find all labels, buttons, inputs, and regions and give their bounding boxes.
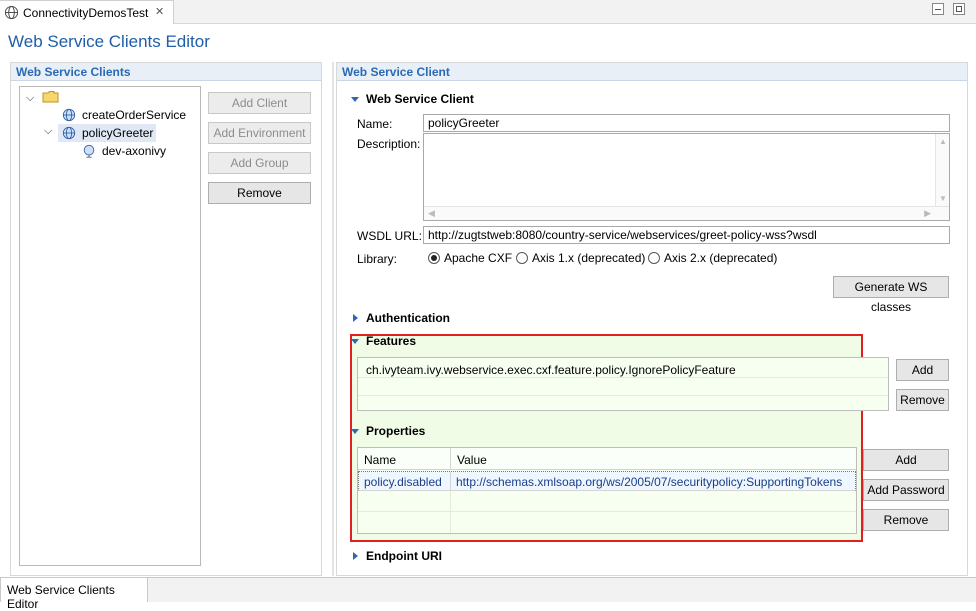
description-label: Description: [357,137,421,151]
minimize-icon[interactable] [932,3,944,15]
expand-right-icon[interactable] [353,314,358,322]
feature-item[interactable]: ch.ivyteam.ivy.webservice.exec.cxf.featu… [366,363,736,377]
webservice-globe-icon [62,108,76,122]
add-client-button[interactable]: Add Client [208,92,311,114]
wsdl-url-field[interactable]: http://zugtstweb:8080/country-service/we… [423,226,950,244]
section-web-service-client[interactable]: Web Service Client [366,92,474,106]
radio-axis2[interactable] [648,252,660,264]
tree-item-dev-axonivy[interactable]: dev-axonivy [102,144,166,158]
features-add-button[interactable]: Add [896,359,949,381]
generate-ws-classes-button[interactable]: Generate WS classes [833,276,949,314]
library-label: Library: [357,252,398,266]
properties-remove-button[interactable]: Remove [863,509,949,531]
folder-icon [42,91,59,103]
column-header-name[interactable]: Name [364,453,396,467]
radio-apache-cxf-label[interactable]: Apache CXF [444,251,512,265]
features-list[interactable]: ch.ivyteam.ivy.webservice.exec.cxf.featu… [357,357,889,411]
expand-right-icon[interactable] [353,552,358,560]
expand-down-icon[interactable] [351,429,359,434]
tree-item-policygreeter[interactable]: policyGreeter [82,126,153,140]
webservice-globe-icon [62,126,76,140]
section-properties[interactable]: Properties [366,424,425,438]
radio-axis1-label[interactable]: Axis 1.x (deprecated) [532,251,645,265]
column-header-value[interactable]: Value [457,453,487,467]
scroll-right-icon[interactable]: ▶ [924,208,931,219]
expand-down-icon[interactable] [351,97,359,102]
panel-divider[interactable] [332,62,334,576]
remove-button[interactable]: Remove [208,182,311,204]
tree-item-createorderservice[interactable]: createOrderService [82,108,186,122]
clients-tree[interactable]: ⌵ createOrderService ⌵ policyGreeter dev… [19,86,201,566]
scroll-left-icon[interactable]: ◀ [428,208,435,219]
add-group-button[interactable]: Add Group [208,152,311,174]
properties-header-row: Name Value [358,448,856,470]
globe-icon [4,5,19,20]
chevron-down-icon[interactable]: ⌵ [44,125,52,138]
radio-axis2-label[interactable]: Axis 2.x (deprecated) [664,251,777,265]
radio-apache-cxf[interactable] [428,252,440,264]
chevron-down-icon[interactable]: ⌵ [26,92,34,105]
radio-axis1[interactable] [516,252,528,264]
bottom-editor-tab[interactable]: Web Service Clients Editor [0,577,148,611]
name-field[interactable]: policyGreeter [423,114,950,132]
editor-tab-label: ConnectivityDemosTest [23,6,149,20]
page-title: Web Service Clients Editor [8,32,210,51]
section-endpoint-uri[interactable]: Endpoint URI [366,549,442,563]
wsdl-url-label: WSDL URL: [357,229,422,243]
scroll-down-icon[interactable]: ▼ [939,194,947,203]
add-environment-button[interactable]: Add Environment [208,122,311,144]
description-field[interactable]: ▲ ▼ ◀ ▶ [423,133,950,221]
clients-panel-header: Web Service Clients [11,63,321,81]
features-remove-button[interactable]: Remove [896,389,949,411]
close-tab-icon[interactable]: ✕ [155,5,164,18]
property-value-cell[interactable]: http://schemas.xmlsoap.org/ws/2005/07/se… [456,475,842,489]
scroll-up-icon[interactable]: ▲ [939,137,947,146]
editor-tab[interactable]: ConnectivityDemosTest ✕ [0,0,174,24]
add-password-button[interactable]: Add Password [863,479,949,501]
environment-globe-icon [83,144,95,158]
property-name-cell[interactable]: policy.disabled [364,475,442,489]
client-detail-header: Web Service Client [337,63,967,81]
expand-down-icon[interactable] [351,339,359,344]
properties-table[interactable]: Name Value policy.disabled http://schema… [357,447,857,534]
horizontal-scrollbar[interactable]: ◀ ▶ [424,206,949,220]
vertical-scrollbar[interactable]: ▲ ▼ [935,134,949,206]
section-features[interactable]: Features [366,334,416,348]
name-label: Name: [357,117,393,131]
section-authentication[interactable]: Authentication [366,311,450,325]
bottom-editor-tab-label: Web Service Clients Editor [7,583,115,611]
properties-add-button[interactable]: Add [863,449,949,471]
table-row[interactable]: policy.disabled http://schemas.xmlsoap.o… [358,471,856,491]
maximize-icon[interactable] [953,3,965,15]
